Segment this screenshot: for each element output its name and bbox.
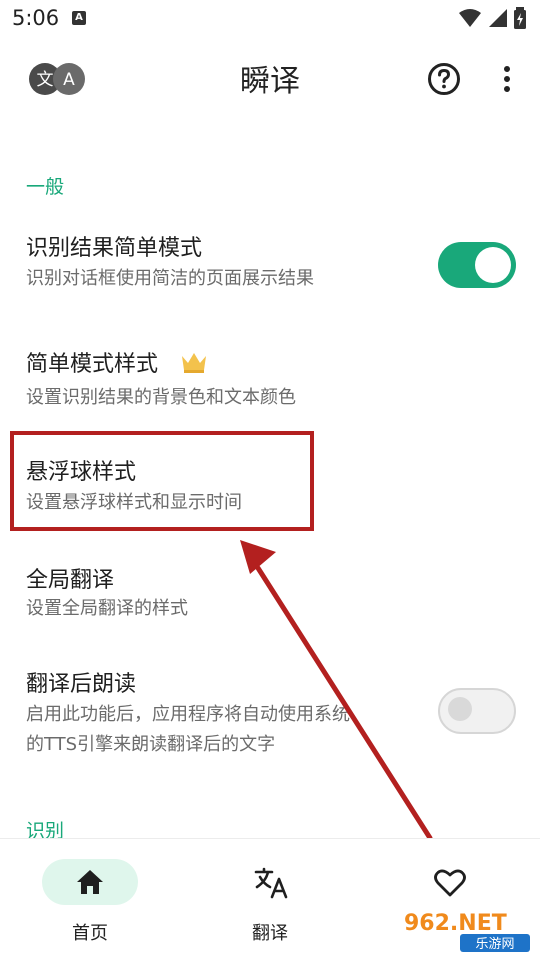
site-watermark-logo: 962.NET 乐游网 xyxy=(398,906,534,954)
watermark-brand: 962.NET xyxy=(404,911,507,936)
home-icon xyxy=(77,870,103,894)
translate-nav-icon xyxy=(254,867,288,899)
nav-label-home: 首页 xyxy=(72,923,108,944)
nav-label-translate: 翻译 xyxy=(252,923,288,944)
nav-home[interactable]: 首页 xyxy=(0,839,180,961)
annotation-arrow xyxy=(240,540,433,841)
watermark-sub: 乐游网 xyxy=(475,937,514,952)
nav-translate[interactable]: 翻译 xyxy=(180,839,360,961)
heart-icon xyxy=(434,869,466,897)
